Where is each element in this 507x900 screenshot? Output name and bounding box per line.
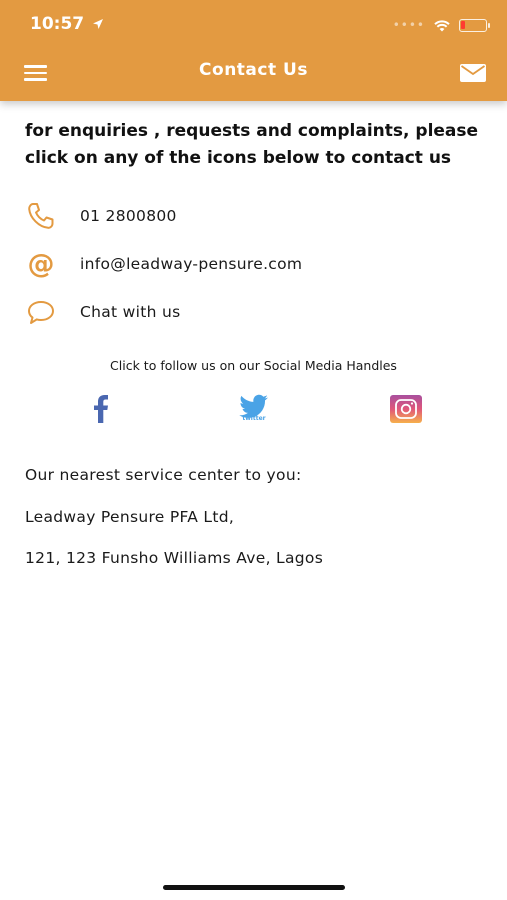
phone-contact[interactable]: 01 2800800 (25, 200, 485, 232)
home-indicator[interactable] (163, 885, 345, 890)
mail-button[interactable] (460, 64, 486, 82)
location-arrow-icon (93, 19, 104, 29)
twitter-wordmark: twitter (242, 415, 266, 422)
service-center-heading: Our nearest service center to you: (25, 466, 302, 484)
page-title: Contact Us (199, 60, 308, 80)
facebook-button[interactable] (88, 393, 114, 427)
chat-icon (28, 301, 54, 324)
email-address: info@leadway-pensure.com (80, 255, 303, 273)
twitter-button[interactable]: twitter (237, 393, 271, 427)
status-time: 10:57 (30, 14, 104, 34)
intro-text: for enquiries , requests and complaints,… (25, 121, 479, 168)
at-icon: @ (27, 248, 55, 280)
instagram-button[interactable] (389, 394, 423, 428)
battery-icon (459, 18, 490, 32)
facebook-icon (94, 395, 108, 423)
chat-contact[interactable]: Chat with us (25, 296, 485, 328)
status-time-text: 10:57 (30, 14, 85, 34)
instagram-icon (390, 395, 422, 423)
app-header: 10:57 •••• Contact Us (0, 0, 507, 101)
envelope-icon (460, 64, 486, 82)
email-contact[interactable]: @ info@leadway-pensure.com (25, 248, 485, 280)
phone-icon (28, 203, 54, 229)
service-center-address: 121, 123 Funsho Williams Ave, Lagos (25, 549, 324, 567)
phone-number: 01 2800800 (80, 207, 177, 225)
chat-label: Chat with us (80, 303, 181, 321)
signal-icon: •••• (392, 18, 425, 32)
wifi-icon (434, 19, 450, 31)
social-caption: Click to follow us on our Social Media H… (110, 358, 397, 373)
service-center-name: Leadway Pensure PFA Ltd, (25, 508, 235, 526)
status-indicators: •••• (392, 15, 490, 35)
